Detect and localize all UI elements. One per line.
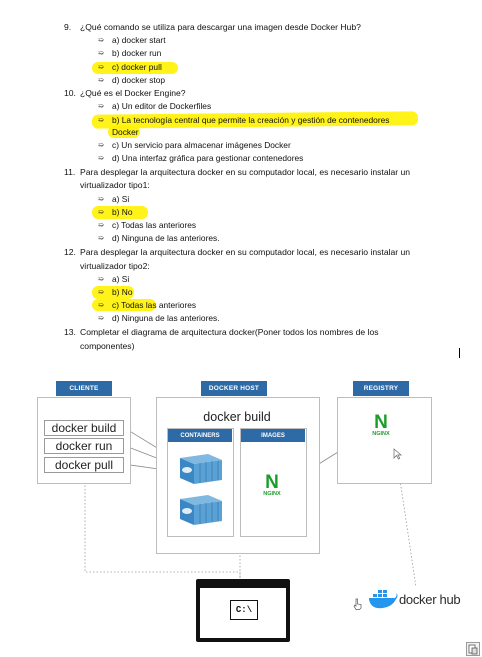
mouse-pointer-icon bbox=[393, 448, 402, 460]
diagram-connectors bbox=[84, 426, 417, 588]
nginx-registry-image: N NGINX bbox=[366, 412, 396, 437]
containers-header: CONTAINERS bbox=[168, 429, 232, 442]
nginx-image: N NGINX bbox=[257, 472, 287, 497]
registry-header: REGISTRY bbox=[353, 381, 409, 396]
docker-container-icon bbox=[180, 454, 222, 484]
docker-hub-logo: docker hub bbox=[368, 588, 461, 610]
command-docker-run: docker run bbox=[44, 438, 124, 454]
images-header: IMAGES bbox=[241, 429, 305, 442]
client-header: CLIENTE bbox=[56, 381, 112, 396]
nginx-label: NGINX bbox=[263, 491, 281, 497]
docker-container-icon bbox=[180, 495, 222, 525]
nginx-label: NGINX bbox=[372, 431, 390, 437]
command-docker-pull: docker pull bbox=[44, 457, 124, 473]
command-docker-build: docker build bbox=[44, 420, 124, 436]
docker-hub-text: docker hub bbox=[399, 591, 461, 607]
nginx-n-icon: N bbox=[265, 472, 279, 493]
docker-host-header: DOCKER HOST bbox=[201, 381, 267, 396]
terminal-window: C:\ bbox=[196, 579, 290, 642]
hand-cursor-icon bbox=[353, 598, 362, 610]
paste-options-icon[interactable] bbox=[466, 642, 480, 656]
registry-box bbox=[337, 397, 432, 484]
terminal-titlebar bbox=[200, 583, 286, 588]
terminal-prompt: C:\ bbox=[230, 600, 258, 620]
nginx-n-icon: N bbox=[374, 412, 388, 433]
host-title: docker build bbox=[203, 410, 271, 424]
docker-whale-icon bbox=[369, 590, 398, 609]
